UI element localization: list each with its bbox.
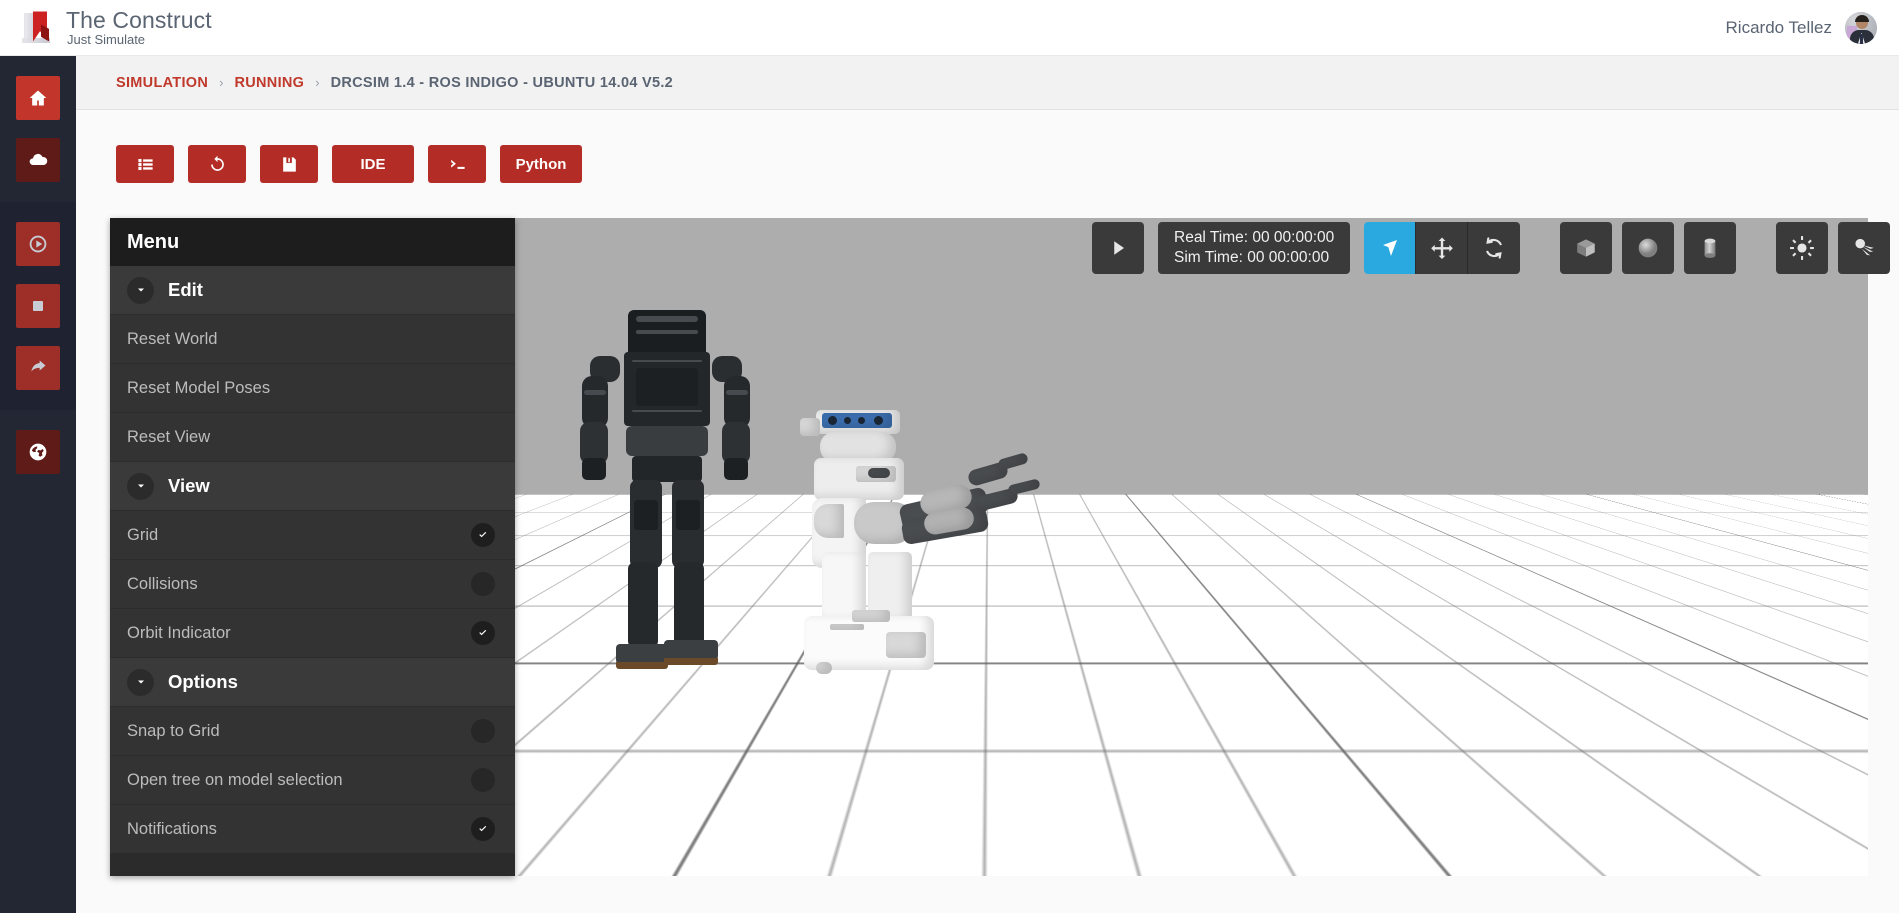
manipulation-tools (1364, 222, 1521, 274)
brand-text: The Construct Just Simulate (66, 7, 212, 47)
rotate-icon (1486, 237, 1503, 259)
ide-button[interactable]: IDE (332, 145, 414, 183)
breadcrumb-item-running[interactable]: RUNNING (234, 75, 304, 91)
menu-item-reset-world[interactable]: Reset World (110, 315, 515, 364)
insert-sphere[interactable] (1622, 222, 1675, 274)
time-display: Real Time: 00 00:00:00 Sim Time: 00 00:0… (1158, 222, 1351, 274)
brand-title: The Construct (66, 7, 212, 34)
reload-button[interactable] (188, 145, 246, 183)
breadcrumb: SIMULATION › RUNNING › DRCSIM 1.4 - ROS … (76, 56, 1899, 110)
atlas-robot[interactable] (580, 310, 820, 730)
select-tool[interactable] (1364, 222, 1417, 274)
menu-item-label: Collisions (127, 574, 198, 593)
sim-time-label: Sim Time: 00 00:00:00 (1174, 248, 1330, 266)
menu-item-reset-model-poses[interactable]: Reset Model Poses (110, 364, 515, 413)
menu-item-notifications[interactable]: Notifications (110, 805, 515, 854)
insert-box[interactable] (1560, 222, 1613, 274)
real-time-label: Real Time: 00 00:00:00 (1174, 229, 1335, 247)
insert-spot-light[interactable] (1838, 222, 1891, 274)
menu-list-button[interactable] (116, 145, 174, 183)
menu-item-label: Orbit Indicator (127, 623, 231, 642)
cursor-icon (1382, 240, 1397, 256)
menu-item-label: Grid (127, 525, 159, 544)
list-icon (137, 158, 153, 170)
construct-logo-icon (22, 10, 56, 44)
point-light-icon (1790, 236, 1815, 260)
checkmark-icon[interactable] (471, 768, 495, 792)
checkmark-icon[interactable] (471, 523, 495, 547)
spot-light-icon (1855, 238, 1875, 256)
menu-panel-footer (110, 854, 515, 876)
menu-section-edit[interactable]: Edit (110, 266, 515, 315)
rail-group-sim (0, 202, 76, 410)
chevron-down-icon (127, 472, 154, 500)
menu-item-label: Snap to Grid (127, 721, 220, 740)
sidebar-item-cloud[interactable] (16, 138, 60, 182)
brand-logo[interactable]: The Construct Just Simulate (0, 7, 212, 47)
menu-section-view[interactable]: View (110, 462, 515, 511)
terminal-icon (450, 159, 465, 169)
user-menu[interactable]: Ricardo Tellez (1725, 11, 1899, 44)
checkmark-icon[interactable] (471, 621, 495, 645)
sidebar-item-share[interactable] (16, 346, 60, 390)
chevron-down-icon (127, 276, 154, 304)
rail-group-main (0, 56, 76, 202)
rail-group-world (0, 410, 76, 494)
sphere-icon (1638, 238, 1658, 258)
pr2-robot[interactable] (800, 410, 1070, 710)
menu-item-label: Reset Model Poses (127, 378, 271, 397)
play-button[interactable] (1092, 222, 1144, 274)
menu-section-view-label: View (168, 475, 210, 496)
breadcrumb-separator: › (315, 75, 320, 90)
sidebar-item-start-simulation[interactable] (16, 222, 60, 266)
user-name: Ricardo Tellez (1725, 17, 1832, 37)
menu-item-open-tree-on-model-selection[interactable]: Open tree on model selection (110, 756, 515, 805)
menu-item-collisions[interactable]: Collisions (110, 560, 515, 609)
floppy-icon (282, 156, 296, 172)
checkmark-icon[interactable] (471, 572, 495, 596)
menu-item-reset-view[interactable]: Reset View (110, 413, 515, 462)
breadcrumb-separator: › (219, 75, 224, 90)
save-button[interactable] (260, 145, 318, 183)
refresh-icon (210, 155, 224, 171)
menu-section-options[interactable]: Options (110, 658, 515, 707)
left-sidebar (0, 56, 76, 913)
translate-tool[interactable] (1416, 222, 1469, 274)
sidebar-item-world[interactable] (16, 430, 60, 474)
menu-item-label: Open tree on model selection (127, 770, 343, 789)
menu-item-snap-to-grid[interactable]: Snap to Grid (110, 707, 515, 756)
checkmark-icon[interactable] (471, 719, 495, 743)
menu-item-grid[interactable]: Grid (110, 511, 515, 560)
menu-section-options-label: Options (168, 671, 238, 692)
python-button[interactable]: Python (500, 145, 582, 183)
play-icon (1114, 241, 1124, 255)
insert-point-light[interactable] (1776, 222, 1829, 274)
menu-panel-header: Menu (110, 218, 515, 266)
move-icon (1430, 237, 1453, 259)
menu-item-label: Notifications (127, 819, 217, 838)
top-bar: The Construct Just Simulate Ricardo Tell… (0, 0, 1899, 56)
action-toolbar: IDE Python (76, 110, 1899, 218)
checkmark-icon[interactable] (471, 817, 495, 841)
menu-item-orbit-indicator[interactable]: Orbit Indicator (110, 609, 515, 658)
sidebar-item-stop-simulation[interactable] (16, 284, 60, 328)
rotate-tool[interactable] (1468, 222, 1521, 274)
shell-button[interactable] (428, 145, 486, 183)
menu-section-edit-label: Edit (168, 279, 203, 300)
brand-subtitle: Just Simulate (67, 31, 146, 47)
avatar[interactable] (1845, 11, 1877, 44)
menu-item-label: Reset View (127, 427, 211, 446)
cylinder-icon (1704, 238, 1716, 258)
menu-item-label: Reset World (127, 329, 218, 348)
gazebo-menu-panel: Menu Edit Reset World Reset Model Poses … (110, 218, 515, 876)
chevron-down-icon (127, 668, 154, 696)
breadcrumb-item-current: DRCSIM 1.4 - ROS INDIGO - UBUNTU 14.04 V… (330, 74, 674, 91)
breadcrumb-item-simulation[interactable]: SIMULATION (116, 75, 208, 91)
menu-panel-title: Menu (127, 230, 180, 253)
gazebo-toolbar: Real Time: 00 00:00:00 Sim Time: 00 00:0… (1092, 222, 1899, 274)
box-icon (1577, 239, 1595, 257)
insert-cylinder[interactable] (1684, 222, 1737, 274)
sidebar-item-home[interactable] (16, 76, 60, 120)
